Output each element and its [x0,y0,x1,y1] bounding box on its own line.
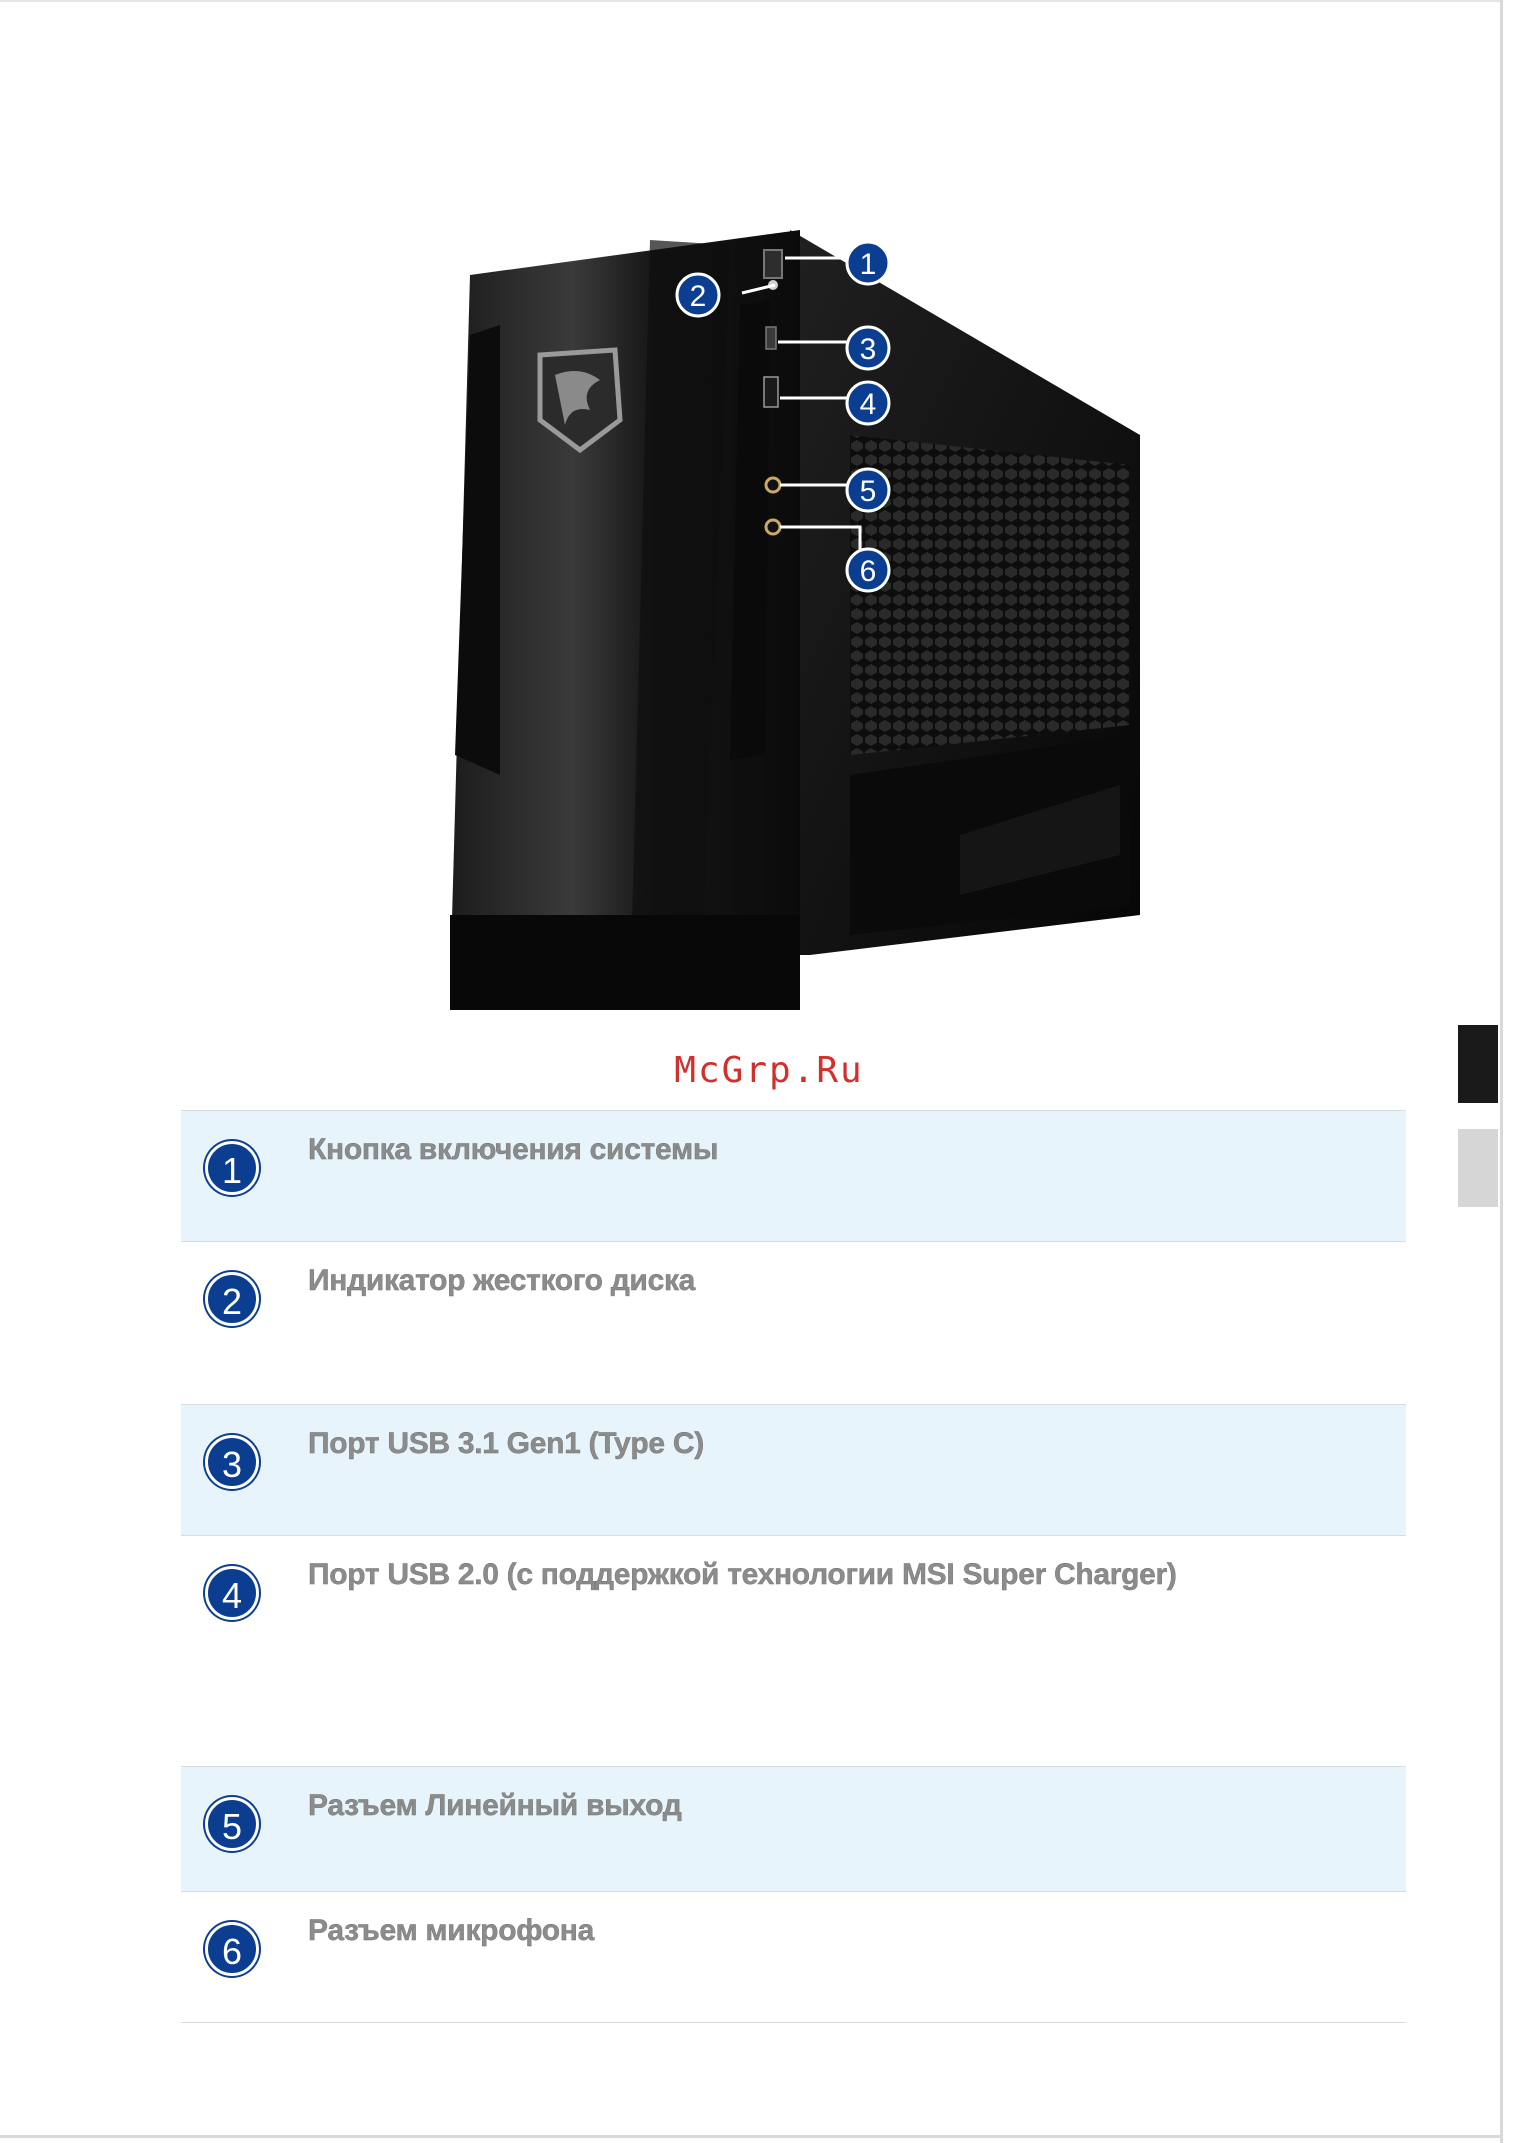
callout-4-label: 4 [860,388,877,421]
watermark-text: McGrp.Ru [674,1050,864,1091]
callout-6-label: 6 [860,555,877,588]
pc-front-panel-illustration: 1 2 3 4 5 6 [450,230,1140,1010]
item-number-badge: 4 [205,1566,259,1620]
item-label: Порт USB 2.0 (с поддержкой технологии MS… [308,1558,1177,1591]
callout-3-label: 3 [860,333,877,366]
tower-side-mesh [850,435,1130,755]
item-label: Разъем микрофона [308,1914,595,1947]
callout-1: 1 [845,240,891,286]
page-border-bottom [0,2135,1503,2138]
item-number-badge: 6 [205,1922,259,1976]
front-panel-legend-table: 1 Кнопка включения системы 2 Индикатор ж… [181,1110,1406,2023]
legend-row: 1 Кнопка включения системы [181,1110,1406,1242]
callout-2: 2 [675,272,721,318]
legend-row: 6 Разъем микрофона [181,1892,1406,2023]
chapter-tab-inactive [1458,1129,1498,1207]
callout-5: 5 [845,467,891,513]
item-number-badge: 5 [205,1797,259,1851]
item-label: Разъем Линейный выход [308,1789,682,1822]
callout-6: 6 [845,547,891,593]
item-number-badge: 1 [205,1141,259,1195]
legend-row: 2 Индикатор жесткого диска [181,1242,1406,1405]
callout-5-label: 5 [860,475,877,508]
callout-4: 4 [845,380,891,426]
item-number-badge: 3 [205,1435,259,1489]
item-label: Порт USB 3.1 Gen1 (Type C) [308,1427,705,1460]
legend-row: 3 Порт USB 3.1 Gen1 (Type C) [181,1405,1406,1536]
callout-1-label: 1 [860,248,877,281]
callout-3: 3 [845,325,891,371]
legend-row: 5 Разъем Линейный выход [181,1767,1406,1892]
item-label: Кнопка включения системы [308,1133,719,1166]
callout-2-label: 2 [690,280,707,313]
page-border-top [0,0,1503,2]
item-label: Индикатор жесткого диска [308,1264,696,1297]
legend-row: 4 Порт USB 2.0 (с поддержкой технологии … [181,1536,1406,1767]
item-number-badge: 2 [205,1272,259,1326]
